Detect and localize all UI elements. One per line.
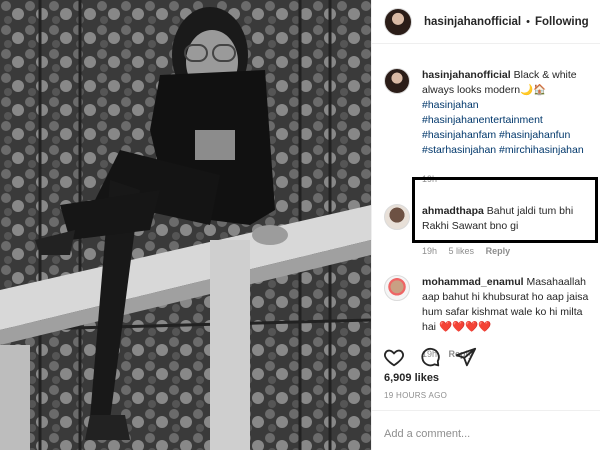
comment-likes[interactable]: 5 likes <box>449 246 475 256</box>
author-username[interactable]: hasinjahanofficial <box>424 16 521 28</box>
comment-username[interactable]: ahmadthapa <box>422 205 484 217</box>
heart-icon[interactable] <box>383 346 405 368</box>
reply-button[interactable]: Reply <box>486 246 511 256</box>
post-timestamp[interactable]: 19 HOURS AGO <box>384 391 447 400</box>
following-button[interactable]: Following <box>535 16 589 28</box>
post-image[interactable] <box>0 0 371 450</box>
add-comment-bar <box>371 410 600 450</box>
comment-icon[interactable] <box>419 346 441 368</box>
hashtag-link[interactable]: #hasinjahanfam #hasinjahanfun <box>422 128 592 143</box>
caption-time[interactable]: 19h <box>422 174 437 184</box>
hashtag-link[interactable]: #hasinjahan <box>422 98 592 113</box>
likes-count[interactable]: 6,909 likes <box>384 372 439 384</box>
caption-username[interactable]: hasinjahanofficial <box>422 69 511 81</box>
hashtag-link[interactable]: #starhasinjahan #mirchihasinjahan <box>422 143 592 158</box>
commenter-avatar[interactable] <box>384 275 410 301</box>
comment-item: ahmadthapa Bahut jaldi tum bhi Rakhi Saw… <box>384 204 600 259</box>
caption-avatar[interactable] <box>384 68 410 94</box>
header-separator: • <box>526 15 530 28</box>
post-photo-bw <box>0 0 371 450</box>
comment-meta: 19h 5 likes Reply <box>422 244 592 259</box>
commenter-avatar[interactable] <box>384 204 410 230</box>
heart-emojis: ❤️❤️❤️❤️ <box>438 321 492 333</box>
hashtag-link[interactable]: #hasinjahanentertainment <box>422 113 592 128</box>
comment-time[interactable]: 19h <box>422 246 437 256</box>
comment-username[interactable]: mohammad_enamul <box>422 276 524 288</box>
author-avatar[interactable] <box>384 7 412 36</box>
comments-list: hasinjahanofficial Black & white always … <box>372 68 600 362</box>
caption-item: hasinjahanofficial Black & white always … <box>384 68 600 187</box>
share-icon[interactable] <box>455 346 477 368</box>
add-comment-input[interactable] <box>384 428 574 440</box>
caption-body: hasinjahanofficial Black & white always … <box>422 68 592 187</box>
caption-meta: 19h <box>422 172 592 187</box>
post-actions <box>383 346 477 368</box>
post-header: hasinjahanofficial • Following <box>372 0 600 44</box>
comment-body: ahmadthapa Bahut jaldi tum bhi Rakhi Saw… <box>422 204 592 259</box>
